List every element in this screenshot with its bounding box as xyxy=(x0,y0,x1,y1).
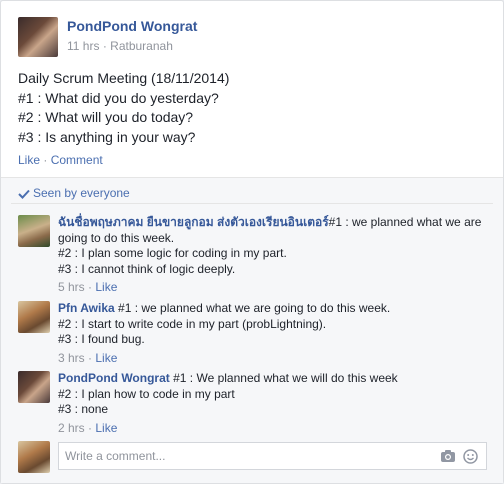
comment-line: #2 : I plan how to code in my part xyxy=(58,386,235,401)
comment-line: #2 : I plan some logic for coding in my … xyxy=(58,246,287,261)
comment-like-button[interactable]: Like xyxy=(95,280,117,294)
post-card: PondPond Wongrat 11 hrs · Ratburanah Dai… xyxy=(0,0,504,484)
comment: ฉันชื่อพฤษภาคม ยืนขายลูกอม ส่งตัวเองเรีย… xyxy=(58,215,488,296)
composer-avatar xyxy=(18,441,50,473)
comment-line: #2 : I start to write code in my part (p… xyxy=(58,316,327,331)
comment-like-button[interactable]: Like xyxy=(95,421,117,435)
divider xyxy=(11,203,493,204)
comment-text: #1 : We planned what we will do this wee… xyxy=(173,371,398,385)
divider xyxy=(1,177,503,178)
checkmark-icon xyxy=(18,189,30,199)
comment-author[interactable]: Pfn Awika xyxy=(58,301,115,315)
meta-separator: · xyxy=(88,420,93,435)
action-separator: · xyxy=(43,153,48,167)
comment-button[interactable]: Comment xyxy=(51,153,103,167)
post-actions: Like · Comment xyxy=(18,153,103,167)
comment: PondPond Wongrat #1 : We planned what we… xyxy=(58,371,488,436)
sticker-icon[interactable] xyxy=(463,449,478,469)
comment-line: #3 : I found bug. xyxy=(58,332,145,347)
comment-line: #3 : none xyxy=(58,402,109,417)
post-author-name[interactable]: PondPond Wongrat xyxy=(67,18,197,34)
comment: Pfn Awika #1 : we planned what we are go… xyxy=(58,301,488,366)
comment-avatar[interactable] xyxy=(18,215,50,247)
meta-separator: · xyxy=(88,280,93,295)
post-line: #1 : What did you do yesterday? xyxy=(18,89,219,106)
post-time[interactable]: 11 hrs xyxy=(67,39,99,53)
comment-avatar[interactable] xyxy=(18,301,50,333)
comment-time[interactable]: 3 hrs xyxy=(58,351,85,365)
camera-icon[interactable] xyxy=(440,449,456,468)
comment-time[interactable]: 2 hrs xyxy=(58,421,85,435)
post-line: Daily Scrum Meeting (18/11/2014) xyxy=(18,70,230,86)
meta-separator: · xyxy=(102,39,107,53)
comment-time[interactable]: 5 hrs xyxy=(58,280,85,294)
like-button[interactable]: Like xyxy=(18,153,40,167)
post-body: Daily Scrum Meeting (18/11/2014) #1 : Wha… xyxy=(18,69,229,147)
comment-composer xyxy=(58,442,487,470)
comment-line: #3 : I cannot think of logic deeply. xyxy=(58,261,236,276)
post-author-avatar[interactable] xyxy=(18,17,58,57)
seen-by-indicator[interactable]: Seen by everyone xyxy=(18,186,130,200)
meta-separator: · xyxy=(88,350,93,365)
comment-like-button[interactable]: Like xyxy=(95,351,117,365)
comment-input[interactable] xyxy=(59,443,431,469)
comment-avatar[interactable] xyxy=(18,371,50,403)
post-line: #2 : What will you do today? xyxy=(18,109,194,125)
comment-text: #1 : we planned what we are going to do … xyxy=(118,301,391,315)
post-meta: 11 hrs · Ratburanah xyxy=(67,39,173,53)
comment-author[interactable]: PondPond Wongrat xyxy=(58,371,170,385)
comment-author[interactable]: ฉันชื่อพฤษภาคม ยืนขายลูกอม ส่งตัวเองเรีย… xyxy=(58,215,329,229)
seen-label: Seen by everyone xyxy=(33,186,130,200)
post-line: #3 : Is anything in your way? xyxy=(18,128,196,145)
post-location[interactable]: Ratburanah xyxy=(110,39,173,53)
